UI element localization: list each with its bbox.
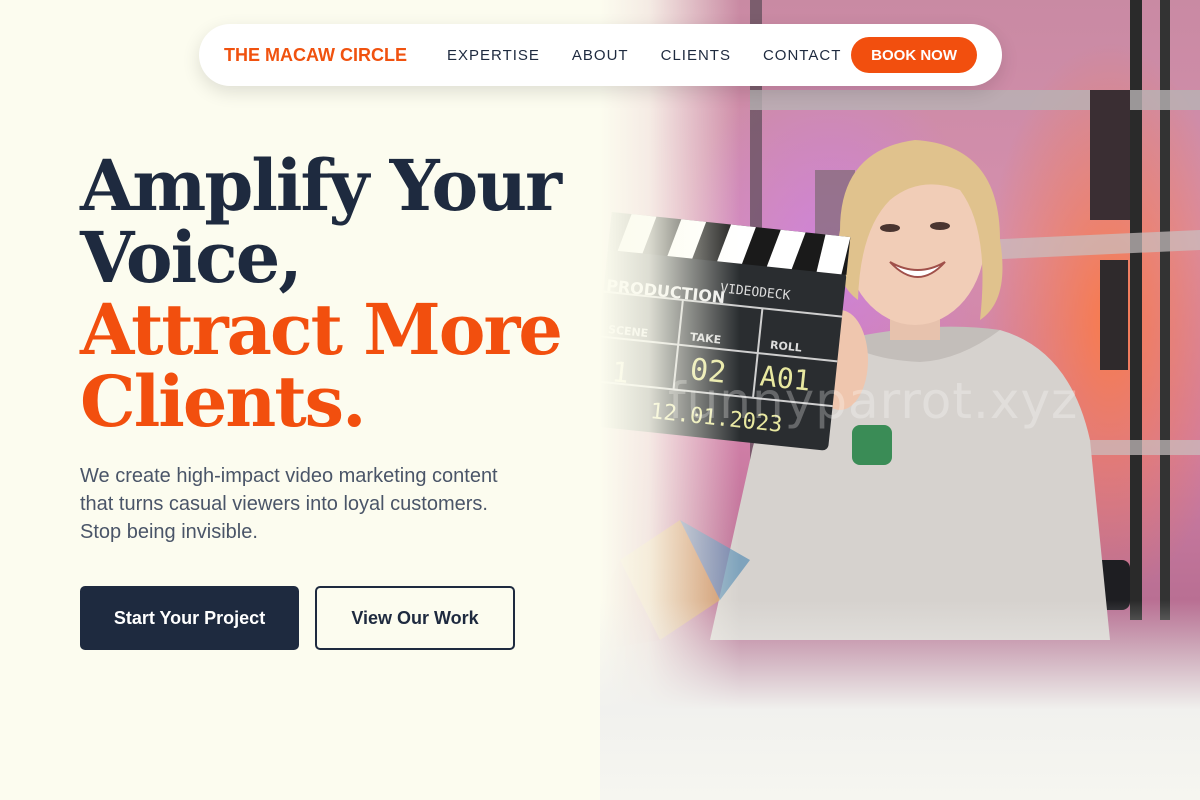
nav-link-about[interactable]: ABOUT bbox=[572, 47, 629, 64]
hero-headline: Amplify Your Voice, Attract More Clients… bbox=[80, 150, 600, 438]
clapper-scene-value: 1 bbox=[610, 355, 631, 390]
headline-accent-line-2: Clients. bbox=[80, 360, 366, 443]
image-watermark: funnyparrot.xyz bbox=[668, 372, 1079, 430]
nav-links: EXPERTISE ABOUT CLIENTS CONTACT bbox=[447, 47, 841, 64]
headline-line-1: Amplify Your bbox=[80, 144, 562, 227]
nav-link-contact[interactable]: CONTACT bbox=[763, 47, 841, 64]
headline-line-2: Voice, bbox=[80, 216, 303, 299]
start-project-button[interactable]: Start Your Project bbox=[80, 586, 299, 650]
top-nav: THE MACAW CIRCLE EXPERTISE ABOUT CLIENTS… bbox=[199, 24, 1002, 86]
view-work-button[interactable]: View Our Work bbox=[315, 586, 515, 650]
headline-accent-line-1: Attract More bbox=[80, 288, 563, 371]
brand-logo[interactable]: THE MACAW CIRCLE bbox=[224, 45, 407, 66]
hero-subtext: We create high-impact video marketing co… bbox=[80, 465, 498, 543]
book-now-button[interactable]: BOOK NOW bbox=[851, 37, 977, 73]
nav-link-clients[interactable]: CLIENTS bbox=[661, 47, 731, 64]
nav-link-expertise[interactable]: EXPERTISE bbox=[447, 47, 540, 64]
